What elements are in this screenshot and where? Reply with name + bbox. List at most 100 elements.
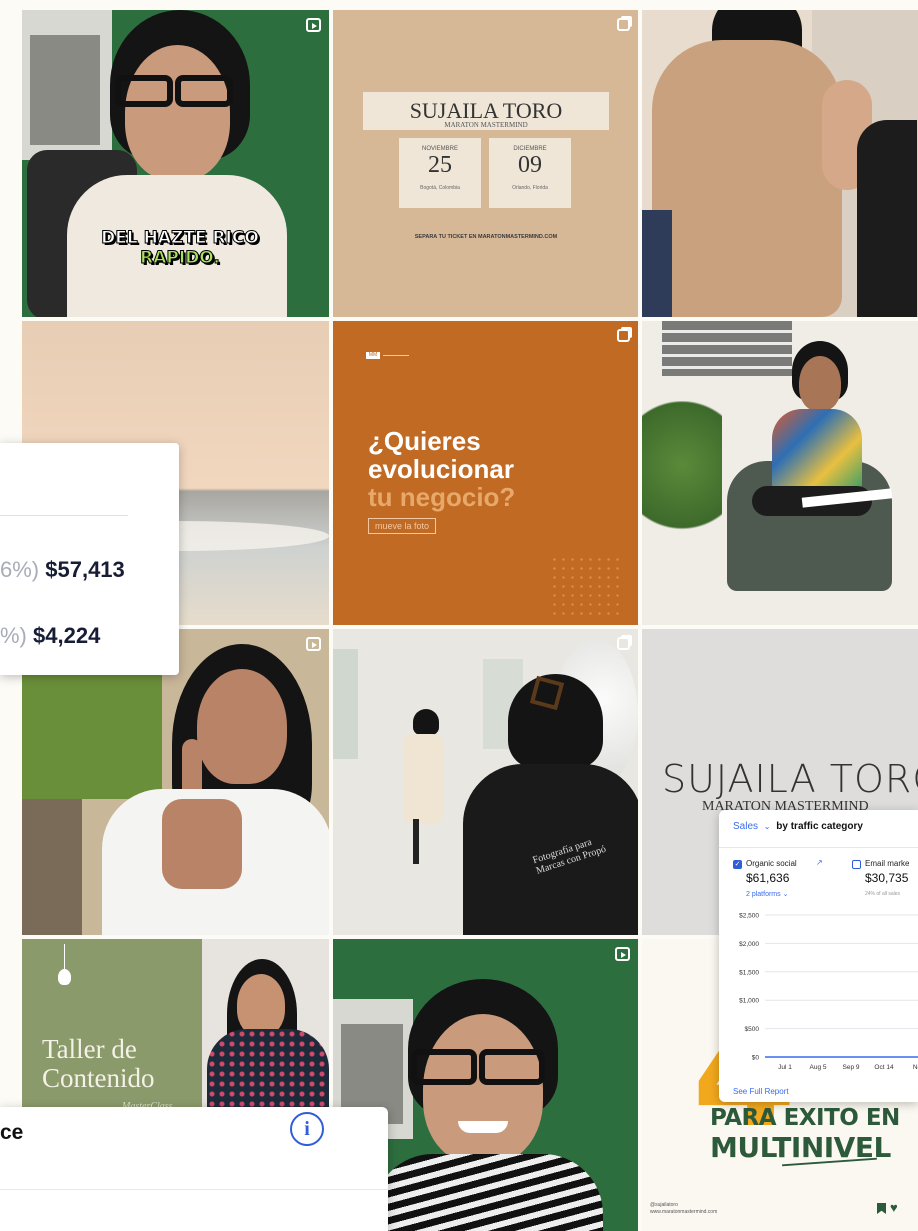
cat-1-value: $61,636 [746, 871, 790, 885]
x-tick-label: No [913, 1064, 918, 1071]
y-tick-label: $1,000 [739, 998, 759, 1005]
face [799, 356, 841, 411]
post-photo-studio[interactable]: Fotografía para Marcas con Propó [333, 629, 638, 935]
carousel-icon [617, 18, 630, 31]
glasses-right [479, 1049, 545, 1085]
date-1-day: 25 [428, 152, 452, 178]
window [333, 649, 358, 759]
external-link-icon[interactable]: ↗ [816, 858, 823, 867]
y-tick-label: $1,500 [739, 969, 759, 976]
x-tick-label: Jul 1 [778, 1064, 792, 1071]
stats-row-2: %) $4,224 [0, 623, 179, 649]
model-hair [413, 709, 439, 735]
header-divider [719, 847, 918, 848]
swipe-button[interactable]: mueve la foto [368, 518, 437, 534]
glasses-left [411, 1049, 477, 1085]
heart-icon: ♥ [890, 1200, 898, 1215]
y-tick-label: $500 [745, 1026, 760, 1033]
post-event-dates[interactable]: SUJAILA TORO MARATON MASTERMIND NOVIEMBR… [333, 10, 638, 317]
chevron-down-icon[interactable]: ⌄ [764, 822, 771, 831]
bottom-card-divider [0, 1189, 388, 1190]
y-tick-label: $2,000 [739, 941, 759, 948]
post-hands-praying[interactable] [642, 10, 918, 317]
row-2-percent: %) [0, 623, 27, 648]
caption-line-2: RAPIDO. [140, 248, 221, 269]
info-icon[interactable]: i [290, 1112, 324, 1146]
event-subtitle: MARATON MASTERMIND [444, 121, 528, 129]
brand-line [383, 355, 409, 356]
model-body [403, 734, 443, 824]
promo-line-3: tu negocio? [368, 482, 516, 512]
sales-header: Sales ⌄ by traffic category [733, 821, 863, 832]
sales-card: Sales ⌄ by traffic category ✓ Organic so… [719, 810, 918, 1102]
title-card-heading: SUJAILA TORO [662, 757, 918, 801]
striped-shirt [373, 1154, 603, 1231]
post-reel-glasses[interactable]: DEL HAZTE RICO RAPIDO. [22, 10, 329, 317]
dot-pattern [550, 555, 620, 615]
row-1-percent: 6%) [0, 557, 40, 582]
bushes [22, 669, 162, 799]
other-person [857, 120, 917, 317]
glasses-left [115, 75, 173, 107]
divider [0, 515, 128, 516]
sales-line-chart: $2,500 $2,000 $1,500 $1,000 $500 $0 Jul 1 Aug 5… [739, 913, 918, 1071]
bookmark-icon [877, 1203, 886, 1214]
row-2-value: $4,224 [33, 623, 101, 648]
mlm-handle: @sujailatoro [650, 1202, 678, 1208]
reel-icon [615, 947, 630, 961]
patterned-blouse [772, 409, 862, 494]
face [423, 1014, 543, 1164]
lightbulb-icon [58, 969, 71, 985]
stool [413, 819, 419, 864]
platforms-link[interactable]: 2 platforms ⌄ [746, 890, 788, 898]
chest [162, 799, 242, 889]
post-evolucionar[interactable]: MM ¿Quieres evolucionar tu negocio? muev… [333, 321, 638, 625]
x-tick-label: Sep 9 [843, 1064, 860, 1071]
date-2-place: Orlando, Florida [512, 185, 548, 191]
lamp-cord [64, 944, 65, 969]
promo-line-2: evolucionar [368, 454, 514, 484]
window-blind [662, 321, 792, 376]
checkbox-email-marketing[interactable] [852, 860, 861, 869]
face [237, 974, 285, 1036]
platforms-link-label: 2 platforms [746, 891, 781, 898]
smile [458, 1121, 508, 1133]
sales-subtitle: by traffic category [776, 821, 863, 832]
workshop-line-2: Contenido [42, 1063, 155, 1093]
glasses-right [175, 75, 233, 107]
sales-dropdown[interactable]: Sales [733, 821, 758, 832]
mlm-line-1: PARA EXITO EN [710, 1105, 900, 1131]
carousel-icon [617, 637, 630, 650]
reel-icon [306, 18, 321, 32]
event-footer: SEPARA TU TICKET EN MARATONMASTERMIND.CO… [414, 234, 558, 240]
date-card-1: NOVIEMBRE 25 Bogotá, Colombia [399, 138, 481, 208]
stats-card: 6%) $57,413 %) $4,224 [0, 443, 179, 675]
framed-picture [30, 35, 100, 145]
y-tick-label: $2,500 [739, 913, 759, 920]
mlm-site: www.maratonmastermind.com [650, 1209, 718, 1215]
date-card-2: DICIEMBRE 09 Orlando, Florida [489, 138, 571, 208]
x-tick-label: Aug 5 [810, 1064, 827, 1071]
reel-icon [306, 637, 321, 651]
face [125, 45, 230, 180]
row-1-value: $57,413 [45, 557, 125, 582]
cat-1-label: Organic social [746, 859, 797, 868]
checkbox-organic-social[interactable]: ✓ [733, 860, 742, 869]
date-1-place: Bogotá, Colombia [420, 185, 460, 191]
cat-2-label: Email marke [865, 859, 910, 868]
y-tick-label: $0 [752, 1055, 760, 1062]
stats-row-1: 6%) $57,413 [0, 557, 179, 583]
bag [642, 210, 672, 317]
torso [652, 40, 842, 317]
x-tick-label: Oct 14 [874, 1064, 894, 1071]
face [197, 669, 287, 784]
chevron-down-icon: ⌄ [782, 891, 789, 898]
railing [22, 799, 82, 935]
caption-line-1: DEL HAZTE RICO [101, 228, 260, 249]
workshop-line-1: Taller de [42, 1034, 137, 1064]
plant [642, 401, 722, 561]
bottom-card: ce i [0, 1107, 388, 1231]
see-full-report-link[interactable]: See Full Report [733, 1087, 789, 1096]
cat-2-note: 24% of all sales [865, 891, 901, 897]
post-armchair[interactable] [642, 321, 918, 625]
